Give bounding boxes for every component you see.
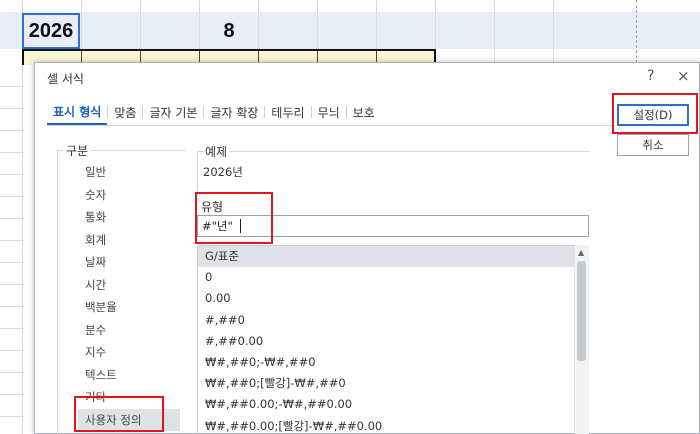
tab-alignment[interactable]: 맞춤 [107, 99, 142, 125]
format-code-list[interactable]: G/표준 0 0.00 #,##0 #,##0.00 ₩#,##0;-₩#,##… [197, 245, 589, 434]
format-item[interactable]: 0.00 [198, 288, 588, 309]
category-item-accounting[interactable]: 회계 [78, 229, 180, 252]
highlight-custom-category [74, 396, 164, 432]
format-item[interactable]: ₩#,##0;[빨강]-₩#,##0 [198, 373, 588, 394]
grid-line [0, 240, 24, 241]
grid-line [0, 350, 24, 351]
scroll-up-icon[interactable]: ▲ [578, 248, 584, 257]
category-item-text[interactable]: 텍스트 [78, 364, 180, 387]
grid-line [0, 130, 24, 131]
grid-line [0, 196, 24, 197]
category-legend: 구분 [63, 142, 92, 159]
grid-line [0, 306, 24, 307]
dialog-titlebar[interactable]: 셀 서식 ? × [35, 63, 700, 91]
category-item-currency[interactable]: 통화 [78, 206, 180, 229]
grid-line [0, 108, 24, 109]
category-item-percentage[interactable]: 백분율 [78, 296, 180, 319]
format-item[interactable]: #,##0 [198, 310, 588, 331]
highlight-type-input [195, 192, 273, 244]
grid-line [0, 284, 24, 285]
dialog-tabs: 표시 형식 맞춤 글자 기본 글자 확장 테두리 무늬 보호 [47, 99, 381, 125]
format-item[interactable]: #,##0.00 [198, 331, 588, 352]
category-item-fraction[interactable]: 분수 [78, 319, 180, 342]
grid-line [0, 328, 24, 329]
tab-border[interactable]: 테두리 [264, 99, 310, 125]
tab-pattern[interactable]: 무늬 [310, 99, 346, 125]
cancel-button[interactable]: 취소 [617, 134, 689, 156]
close-icon[interactable]: × [677, 67, 690, 85]
grid-line [0, 394, 24, 395]
grid-line [0, 262, 24, 263]
year-cell[interactable]: 2026 [22, 13, 80, 49]
grid-line [0, 174, 24, 175]
grid-line [22, 0, 23, 434]
format-cells-dialog: 셀 서식 ? × 표시 형식 맞춤 글자 기본 글자 확장 테두리 무늬 보호 … [34, 62, 700, 434]
category-item-general[interactable]: 일반 [78, 161, 180, 184]
highlight-ok-button [612, 93, 698, 134]
grid-line [0, 372, 24, 373]
dialog-title: 셀 서식 [47, 72, 84, 86]
format-item[interactable]: ₩#,##0;-₩#,##0 [198, 352, 588, 373]
tabs-divider [47, 125, 613, 126]
format-item[interactable]: ₩#,##0.00;[빨강]-₩#,##0.00 [198, 416, 588, 434]
category-item-time[interactable]: 시간 [78, 274, 180, 297]
tab-protection[interactable]: 보호 [345, 99, 381, 125]
help-icon[interactable]: ? [647, 68, 654, 84]
month-cell[interactable]: 8 [200, 13, 258, 49]
scroll-thumb[interactable] [577, 261, 586, 361]
category-item-date[interactable]: 날짜 [78, 251, 180, 274]
grid-line [0, 416, 24, 417]
grid-line [0, 86, 24, 87]
format-list-scrollbar[interactable]: ▲ [574, 245, 589, 434]
tab-font-extended[interactable]: 글자 확장 [203, 99, 264, 125]
example-value: 2026년 [203, 165, 243, 179]
category-item-number[interactable]: 숫자 [78, 184, 180, 207]
selected-row-band [0, 12, 700, 49]
format-item[interactable]: G/표준 [198, 246, 588, 268]
example-group [197, 151, 589, 191]
tab-font-basic[interactable]: 글자 기본 [142, 99, 203, 125]
example-legend: 예제 [203, 143, 230, 160]
format-item[interactable]: ₩#,##0.00;-₩#,##0.00 [198, 394, 588, 415]
tab-number-format[interactable]: 표시 형식 [47, 99, 108, 125]
category-item-scientific[interactable]: 지수 [78, 341, 180, 364]
grid-line [0, 152, 24, 153]
category-list: 일반 숫자 통화 회계 날짜 시간 백분율 분수 지수 텍스트 기타 사용자 정… [78, 161, 180, 431]
format-item[interactable]: 0 [198, 267, 588, 288]
grid-line [0, 218, 24, 219]
